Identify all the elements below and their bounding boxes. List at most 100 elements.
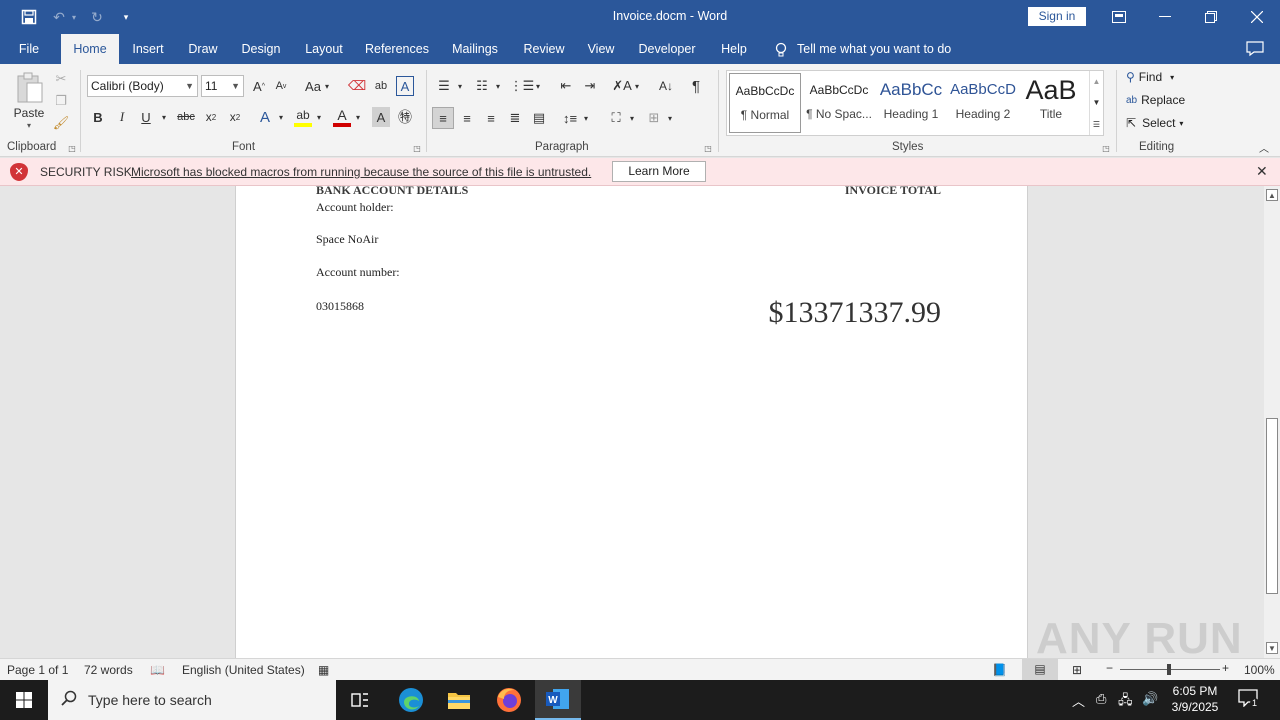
numbering-dropdown-icon[interactable]: ▾	[492, 76, 504, 96]
tab-layout[interactable]: Layout	[298, 34, 350, 64]
justify-icon[interactable]: ≣	[504, 107, 526, 129]
bullets-dropdown-icon[interactable]: ▾	[454, 76, 466, 96]
style-heading-1[interactable]: AaBbCc Heading 1	[875, 73, 947, 133]
style-title[interactable]: AaB Title	[1015, 73, 1087, 133]
strikethrough-icon[interactable]: abc	[176, 107, 196, 127]
taskbar-search-box[interactable]: Type here to search	[48, 680, 336, 720]
scrollbar-thumb[interactable]	[1266, 418, 1278, 594]
tab-home[interactable]: Home	[61, 34, 119, 64]
clear-formatting-icon[interactable]: ⌫	[348, 76, 366, 96]
format-painter-icon[interactable]: 🖌	[52, 114, 70, 132]
zoom-slider-thumb[interactable]	[1167, 664, 1171, 675]
asian-layout-icon[interactable]: ✗A	[612, 76, 632, 96]
ribbon-display-options-icon[interactable]	[1096, 0, 1142, 34]
change-case-button[interactable]: Aa ▾	[300, 76, 334, 96]
multilevel-dropdown-icon[interactable]: ▾	[532, 76, 544, 96]
document-page[interactable]: BANK ACCOUNT DETAILS INVOICE TOTAL Accou…	[235, 186, 1028, 658]
print-layout-icon[interactable]: ▤	[1022, 659, 1058, 680]
paste-dropdown-icon[interactable]: ▾	[20, 120, 38, 130]
shading-icon[interactable]: ⛶	[606, 107, 626, 129]
line-spacing-icon[interactable]: ↕≡	[560, 107, 580, 129]
styles-scroll-up-icon[interactable]: ▲	[1089, 71, 1103, 92]
style-heading-2[interactable]: AaBbCcD Heading 2	[947, 73, 1019, 133]
comments-icon[interactable]	[1246, 34, 1268, 64]
show-formatting-marks-icon[interactable]: ¶	[686, 76, 706, 96]
clipboard-launcher-icon[interactable]: ◳	[66, 142, 78, 154]
asian-layout-dropdown-icon[interactable]: ▾	[632, 76, 642, 96]
find-button[interactable]: ⚲ Find ▾	[1126, 70, 1174, 84]
close-button[interactable]	[1234, 0, 1280, 34]
font-size-combo[interactable]: 11 ▼	[201, 75, 244, 97]
zoom-in-icon[interactable]: +	[1222, 661, 1229, 675]
align-left-icon[interactable]: ≡	[432, 107, 454, 129]
language[interactable]: English (United States)	[182, 663, 305, 677]
firefox-icon[interactable]	[486, 680, 532, 720]
notifications-icon[interactable]: 1	[1238, 689, 1260, 710]
tab-review[interactable]: Review	[518, 34, 570, 64]
edge-browser-icon[interactable]	[388, 680, 434, 720]
decrease-indent-icon[interactable]: ⇤	[556, 76, 576, 96]
vertical-scrollbar[interactable]: ▲ ▼	[1264, 186, 1280, 658]
close-icon[interactable]: ✕	[1256, 163, 1268, 180]
page-count[interactable]: Page 1 of 1	[7, 663, 68, 677]
word-count[interactable]: 72 words	[84, 663, 133, 677]
shrink-font-icon[interactable]: Av	[272, 76, 290, 96]
shading-dropdown-icon[interactable]: ▾	[626, 107, 638, 129]
scroll-down-icon[interactable]: ▼	[1266, 642, 1278, 654]
paragraph-launcher-icon[interactable]: ◳	[702, 142, 714, 154]
text-effects-icon[interactable]: A	[256, 107, 274, 127]
bold-icon[interactable]: B	[90, 107, 106, 127]
style-normal[interactable]: AaBbCcDc ¶ Normal	[729, 73, 801, 133]
restore-button[interactable]	[1188, 0, 1234, 34]
italic-icon[interactable]: I	[114, 107, 130, 127]
subscript-icon[interactable]: x2	[202, 107, 220, 127]
highlight-dropdown-icon[interactable]: ▾	[314, 107, 324, 127]
web-layout-icon[interactable]: ⊞	[1072, 663, 1082, 677]
tab-references[interactable]: References	[362, 34, 432, 64]
phonetic-guide-icon[interactable]: ab	[372, 76, 390, 96]
undo-icon[interactable]: ↶	[50, 6, 68, 28]
task-view-icon[interactable]	[337, 680, 383, 720]
windows-start-icon[interactable]	[0, 680, 48, 720]
align-center-icon[interactable]: ≡	[456, 107, 478, 129]
collapse-ribbon-icon[interactable]: ︿	[1256, 140, 1272, 155]
system-clock[interactable]: 6:05 PM 3/9/2025	[1166, 683, 1224, 715]
tab-draw[interactable]: Draw	[182, 34, 224, 64]
tell-me-search[interactable]: Tell me what you want to do	[775, 34, 951, 64]
paste-icon[interactable]	[14, 70, 46, 106]
borders-dropdown-icon[interactable]: ▾	[664, 107, 676, 129]
tab-developer[interactable]: Developer	[634, 34, 700, 64]
paste-label[interactable]: Paste	[12, 106, 46, 120]
save-icon[interactable]	[18, 6, 40, 28]
superscript-icon[interactable]: x2	[226, 107, 244, 127]
font-color-dropdown-icon[interactable]: ▾	[353, 107, 363, 127]
scroll-up-icon[interactable]: ▲	[1266, 189, 1278, 201]
show-hidden-icons-icon[interactable]: ︿	[1072, 691, 1085, 710]
style-no-spacing[interactable]: AaBbCcDc ¶ No Spac...	[803, 73, 875, 133]
tab-help[interactable]: Help	[714, 34, 754, 64]
network-icon[interactable]: 🖧	[1118, 691, 1133, 713]
sign-in-button[interactable]: Sign in	[1028, 7, 1086, 26]
font-launcher-icon[interactable]: ◳	[411, 142, 423, 154]
minimize-button[interactable]	[1142, 0, 1188, 34]
tab-file[interactable]: File	[12, 34, 46, 64]
redo-icon[interactable]: ↻	[88, 6, 106, 28]
tab-insert[interactable]: Insert	[126, 34, 170, 64]
proofing-icon[interactable]: 📖	[150, 663, 165, 677]
increase-indent-icon[interactable]: ⇥	[580, 76, 600, 96]
character-border-icon[interactable]: A	[396, 76, 414, 96]
learn-more-button[interactable]: Learn More	[612, 161, 706, 182]
tab-mailings[interactable]: Mailings	[446, 34, 504, 64]
distributed-icon[interactable]: ▤	[528, 107, 550, 129]
styles-scroll-down-icon[interactable]: ▼	[1089, 92, 1103, 113]
enclose-characters-icon[interactable]: ㊕	[396, 107, 414, 127]
character-shading-icon[interactable]: A	[372, 107, 390, 127]
highlight-icon[interactable]: ab	[294, 107, 312, 127]
accessibility-icon[interactable]: ▦	[318, 663, 329, 677]
copy-icon[interactable]: ❐	[52, 92, 70, 110]
zoom-level[interactable]: 100%	[1244, 663, 1275, 677]
bullets-icon[interactable]: ☰	[434, 76, 454, 96]
text-effects-dropdown-icon[interactable]: ▾	[276, 107, 286, 127]
underline-icon[interactable]: U	[138, 107, 154, 127]
replace-button[interactable]: ab Replace	[1126, 93, 1185, 107]
